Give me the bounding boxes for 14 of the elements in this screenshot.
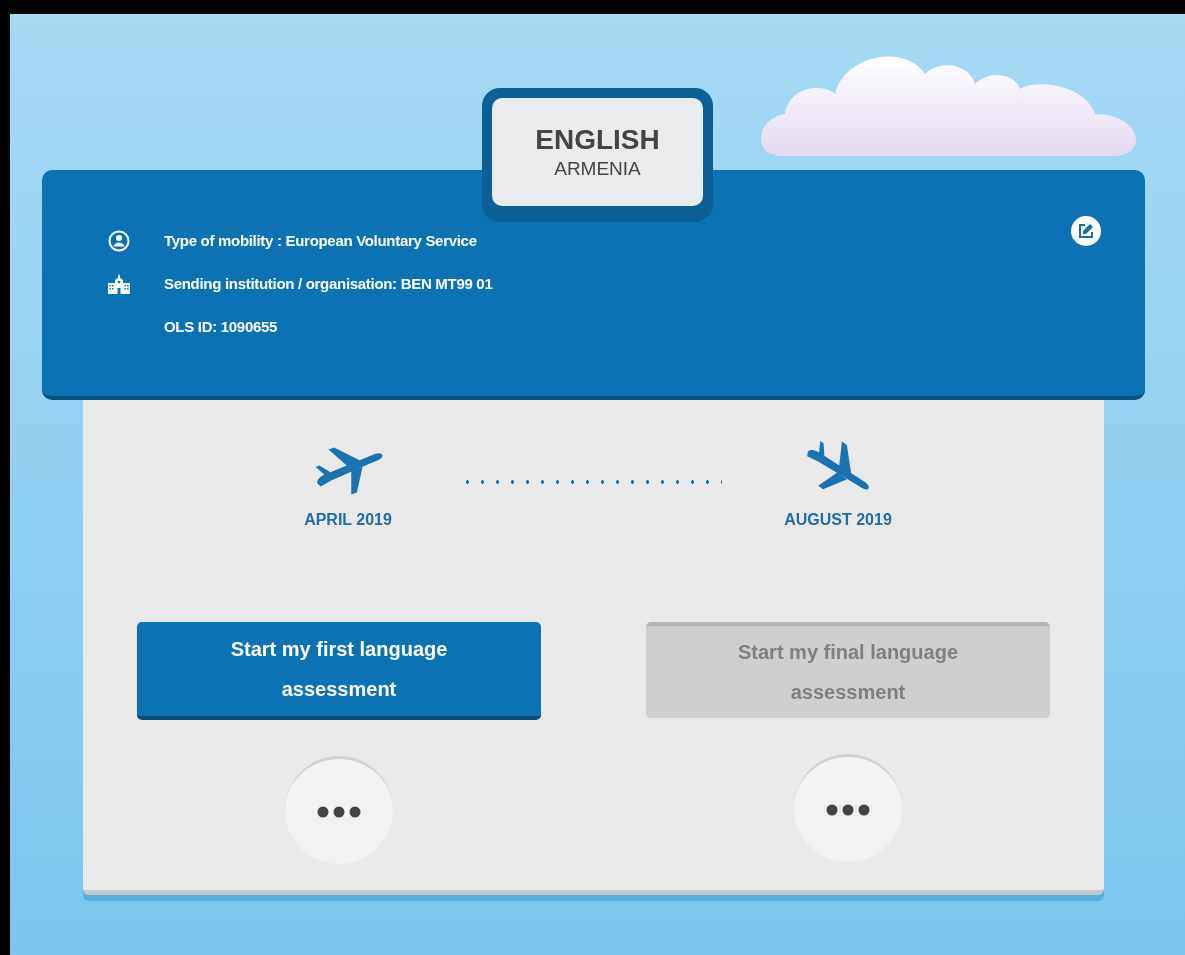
detail-text: Type of mobility : European Voluntary Service bbox=[164, 230, 477, 251]
building-icon bbox=[108, 274, 130, 294]
country-name: ARMENIA bbox=[554, 157, 641, 181]
edit-button[interactable] bbox=[1071, 216, 1101, 246]
edit-icon bbox=[1077, 222, 1095, 240]
ellipsis-icon bbox=[317, 805, 361, 818]
detail-text: OLS ID: 1090655 bbox=[164, 316, 278, 337]
ellipsis-icon bbox=[826, 803, 870, 816]
language-name: ENGLISH bbox=[535, 123, 660, 157]
detail-text: Sending institution / organisation: BEN MT99 01 bbox=[164, 273, 493, 294]
date-label: APRIL 2019 bbox=[304, 510, 392, 530]
date-label: AUGUST 2019 bbox=[784, 510, 892, 530]
person-icon bbox=[108, 230, 130, 252]
assessment-button[interactable]: Start my first language assessment bbox=[137, 622, 541, 720]
